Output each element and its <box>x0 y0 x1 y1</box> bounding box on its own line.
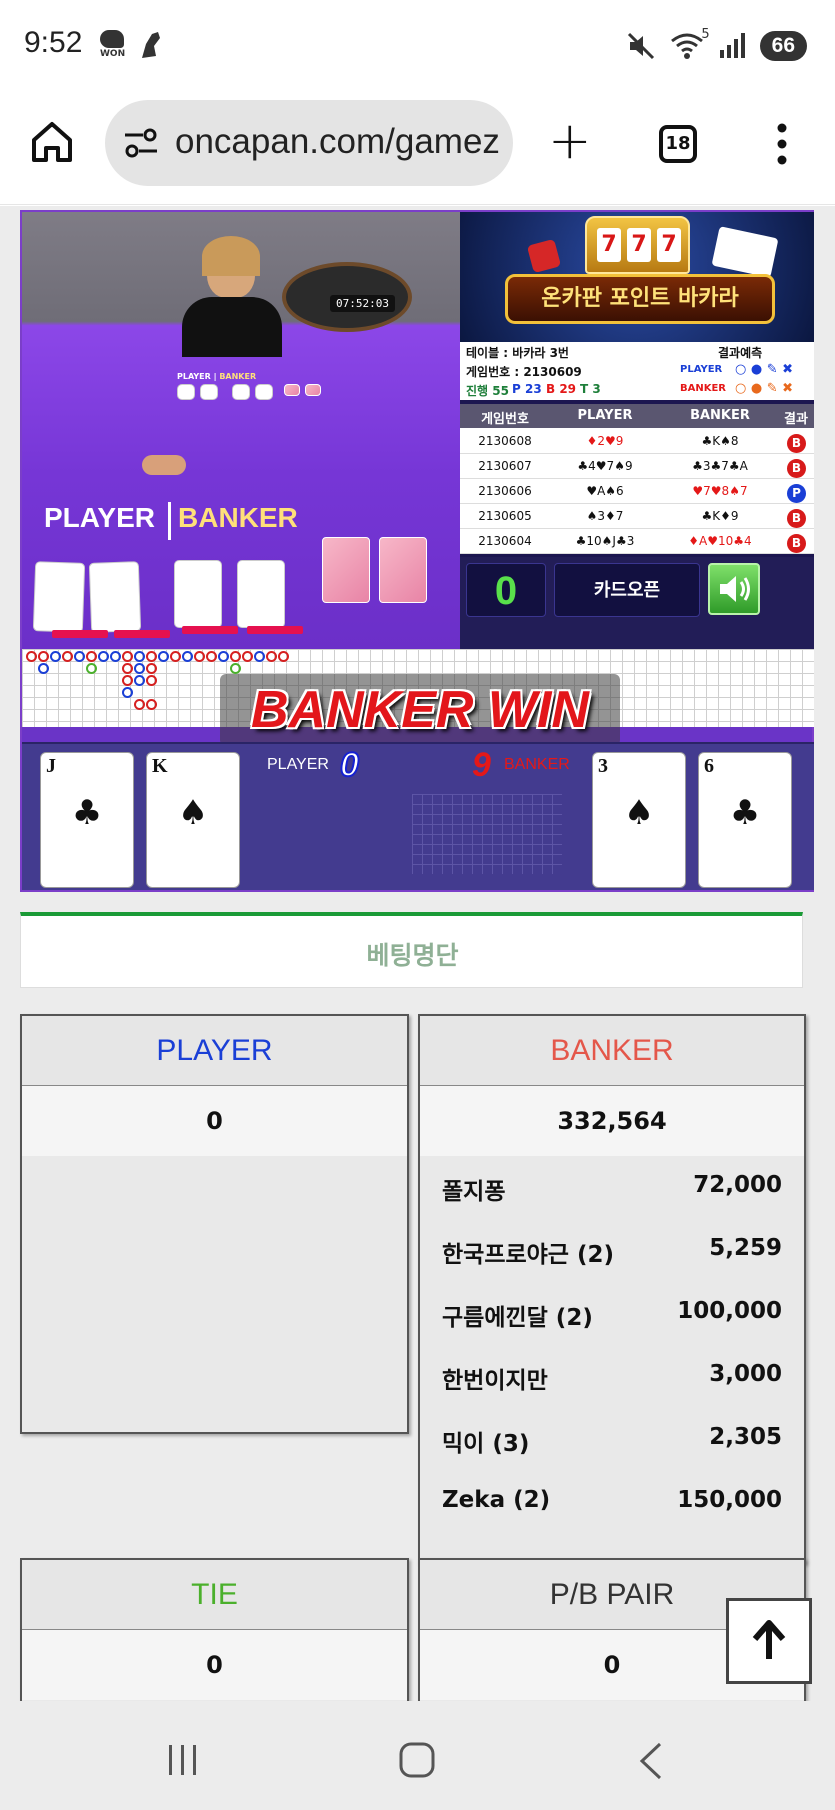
clock: 9:52 <box>24 26 83 59</box>
tie-bets-box: TIE 0 <box>20 1558 409 1701</box>
timer: 07:52:03 <box>330 295 395 312</box>
mute-icon <box>627 32 654 60</box>
tie-count: T 3 <box>580 382 601 396</box>
player-card-2: K ♠ <box>146 752 240 888</box>
signal-icon <box>719 33 745 58</box>
card-shoe-card <box>379 537 427 603</box>
won-icon: WON <box>100 30 125 59</box>
table-divider <box>168 502 171 540</box>
bet-entry: 한번이지만 3,000 <box>442 1361 782 1394</box>
home-nav-icon[interactable] <box>398 1741 436 1779</box>
menu-icon[interactable] <box>772 121 792 167</box>
controls: 0 카드오픈 <box>460 557 814 649</box>
cards-area: J ♣ K ♠ PLAYER 0 9 BANKER 3 ♠ 6 ♣ <box>22 742 814 890</box>
small-player-label: PLAYER | BANKER <box>177 372 257 381</box>
arrow-up-icon[interactable] <box>726 1598 812 1684</box>
status-icons: 5 66 <box>626 27 807 64</box>
battery-indicator: 66 <box>759 31 807 61</box>
game-status: 테이블 : 바카라 3번 결과예측 게임번호 : 2130609 PLAYER … <box>460 342 814 400</box>
cards-graphic <box>711 226 779 278</box>
betting-list-header: 베팅명단 <box>20 912 803 988</box>
shoe-icon <box>138 30 164 60</box>
progress-count: 진행 55 <box>466 384 509 398</box>
tie-bets-total: 0 <box>22 1630 407 1700</box>
address-bar[interactable]: oncapan.com/gamez <box>105 100 513 186</box>
system-nav-bar <box>0 1701 835 1810</box>
tune-icon[interactable] <box>123 125 159 161</box>
page-content: 07:52:03 PLAYER | BANKER PLAYER BANKER 7… <box>0 206 835 1701</box>
wifi-icon: 5 <box>670 27 710 61</box>
mini-roadmap <box>412 794 562 874</box>
table-card <box>88 561 142 633</box>
info-panel: 7 7 7 온카판 포인트 바카라 테이블 : 바카라 3번 결과예측 게임번호… <box>460 212 814 649</box>
prediction-label: 결과예측 <box>718 346 763 360</box>
browser-toolbar: oncapan.com/gamez + 18 <box>0 95 835 205</box>
player-score-label: PLAYER <box>267 756 329 773</box>
bet-entry: 한국프로야근 (2) 5,259 <box>442 1235 782 1268</box>
banner-title: 온카판 포인트 바카라 <box>505 274 775 324</box>
bet-entry: 구름에낀달 (2) 100,000 <box>442 1298 782 1331</box>
banker-count: B 29 <box>546 382 577 396</box>
plus-icon[interactable]: + <box>548 115 592 167</box>
banker-score: 9 <box>472 746 491 784</box>
player-bets-box: PLAYER 0 <box>20 1014 409 1434</box>
table-banker-label: BANKER <box>178 502 298 533</box>
result-text: BANKER WIN <box>251 681 589 739</box>
history-table: 게임번호 PLAYER BANKER 결과 2130608 ♦2♥9 ♣K♠8 … <box>460 404 814 554</box>
banker-prediction-icons[interactable]: ○ ● ✎ ✖ <box>735 381 793 396</box>
slot-machine-graphic: 7 7 7 <box>585 216 690 274</box>
banker-card-2: 6 ♣ <box>698 752 792 888</box>
game-number: 게임번호 : 2130609 <box>466 365 582 379</box>
banker-score-label: BANKER <box>504 756 570 773</box>
url-text[interactable]: oncapan.com/gamez <box>175 122 500 162</box>
dealer-hand <box>142 455 186 475</box>
banker-card-1: 3 ♠ <box>592 752 686 888</box>
status-bar: 9:52 WON 5 66 <box>0 0 835 95</box>
card-shoe-card <box>322 537 370 603</box>
banker-bets-total: 332,564 <box>420 1086 804 1156</box>
player-score: 0 <box>339 745 360 785</box>
history-row: 2130604 ♣10♠J♣3 ♦A♥10♣4 B <box>460 529 814 554</box>
dealer-image <box>172 236 292 357</box>
player-bets-title: PLAYER <box>22 1016 407 1086</box>
tabs-icon[interactable]: 18 <box>659 125 697 163</box>
prediction-banker-label: BANKER <box>680 383 727 394</box>
back-icon[interactable] <box>636 1741 666 1781</box>
table-card <box>237 560 285 628</box>
player-bets-total: 0 <box>22 1086 407 1156</box>
game-panel: 07:52:03 PLAYER | BANKER PLAYER BANKER 7… <box>20 210 814 892</box>
banker-bets-title: BANKER <box>420 1016 804 1086</box>
history-row: 2130608 ♦2♥9 ♣K♠8 B <box>460 429 814 454</box>
history-row: 2130605 ♠3♦7 ♣K♦9 B <box>460 504 814 529</box>
dice-graphic <box>526 238 562 274</box>
betting-list-title: 베팅명단 <box>366 941 459 970</box>
bet-entry: 믹이 (3) 2,305 <box>442 1424 782 1457</box>
result-banner: BANKER WIN <box>220 674 620 746</box>
recents-icon[interactable] <box>166 1743 200 1777</box>
card-open-button[interactable]: 카드오픈 <box>554 563 700 617</box>
banker-bets-box: BANKER 332,564 폴지퐁 72,000 한국프로야근 (2) 5,259… <box>418 1014 806 1564</box>
live-video[interactable]: 07:52:03 PLAYER | BANKER PLAYER BANKER <box>22 212 460 649</box>
tie-bets-title: TIE <box>22 1560 407 1630</box>
table-card <box>174 560 222 628</box>
history-row: 2130607 ♣4♥7♠9 ♣3♣7♣A B <box>460 454 814 479</box>
player-count: P 23 <box>512 382 542 396</box>
history-header: 게임번호 PLAYER BANKER 결과 <box>460 404 814 428</box>
bet-entry: 폴지퐁 72,000 <box>442 1172 782 1205</box>
promo-banner: 7 7 7 온카판 포인트 바카라 <box>460 212 814 342</box>
history-row: 2130606 ♥A♠6 ♥7♥8♠7 P <box>460 479 814 504</box>
countdown: 0 <box>466 563 546 617</box>
table-card <box>32 561 86 633</box>
speaker-icon[interactable] <box>708 563 760 615</box>
bet-entry: Zeka (2) 150,000 <box>442 1487 782 1513</box>
table-player-label: PLAYER <box>44 502 156 533</box>
player-card-1: J ♣ <box>40 752 134 888</box>
home-icon[interactable] <box>30 120 74 164</box>
table-name: 테이블 : 바카라 3번 <box>466 346 569 360</box>
player-prediction-icons[interactable]: ○ ● ✎ ✖ <box>735 362 793 377</box>
prediction-player-label: PLAYER <box>680 364 723 375</box>
